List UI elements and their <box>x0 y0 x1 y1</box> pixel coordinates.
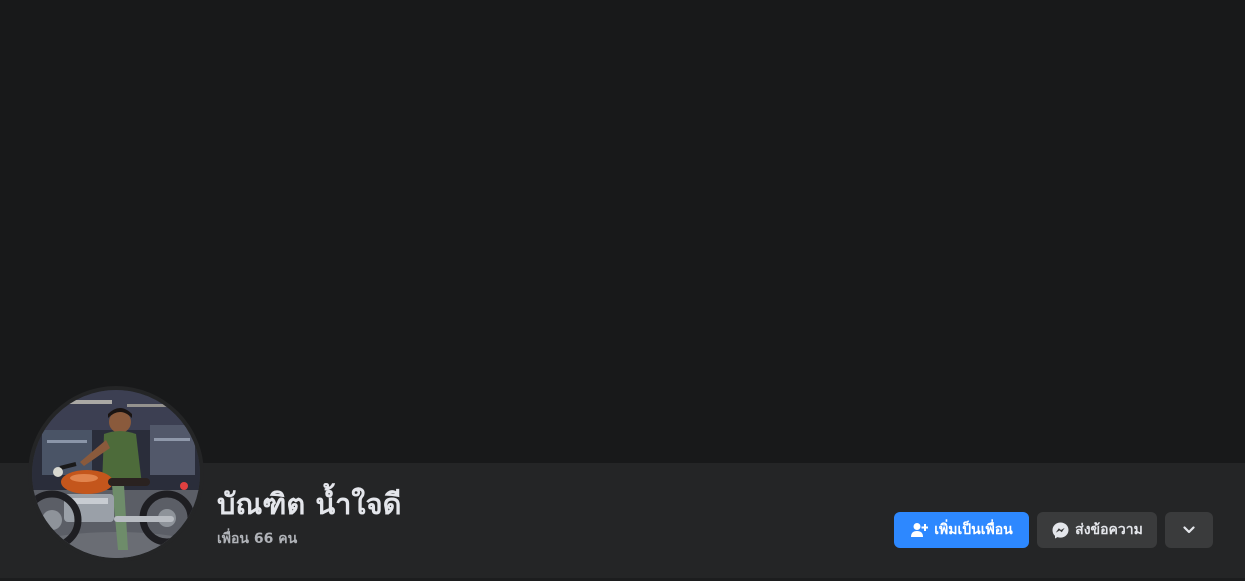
message-label: ส่งข้อความ <box>1075 522 1143 538</box>
profile-avatar[interactable] <box>32 390 200 558</box>
chevron-down-icon <box>1180 521 1198 539</box>
add-friend-button[interactable]: เพิ่มเป็นเพื่อน <box>894 512 1029 548</box>
person-add-icon <box>910 521 928 539</box>
more-options-button[interactable] <box>1165 512 1213 548</box>
messenger-icon <box>1051 521 1069 539</box>
profile-name: บัณฑิต น้ำใจดี <box>217 487 402 521</box>
message-button[interactable]: ส่งข้อความ <box>1037 512 1157 548</box>
avatar-photo <box>32 390 200 558</box>
profile-page: บัณฑิต น้ำใจดี เพื่อน 66 คน เพิ่มเป็นเพื… <box>0 0 1245 581</box>
add-friend-label: เพิ่มเป็นเพื่อน <box>934 522 1013 538</box>
friends-count[interactable]: เพื่อน 66 คน <box>217 529 297 549</box>
cover-photo[interactable] <box>0 0 1245 463</box>
